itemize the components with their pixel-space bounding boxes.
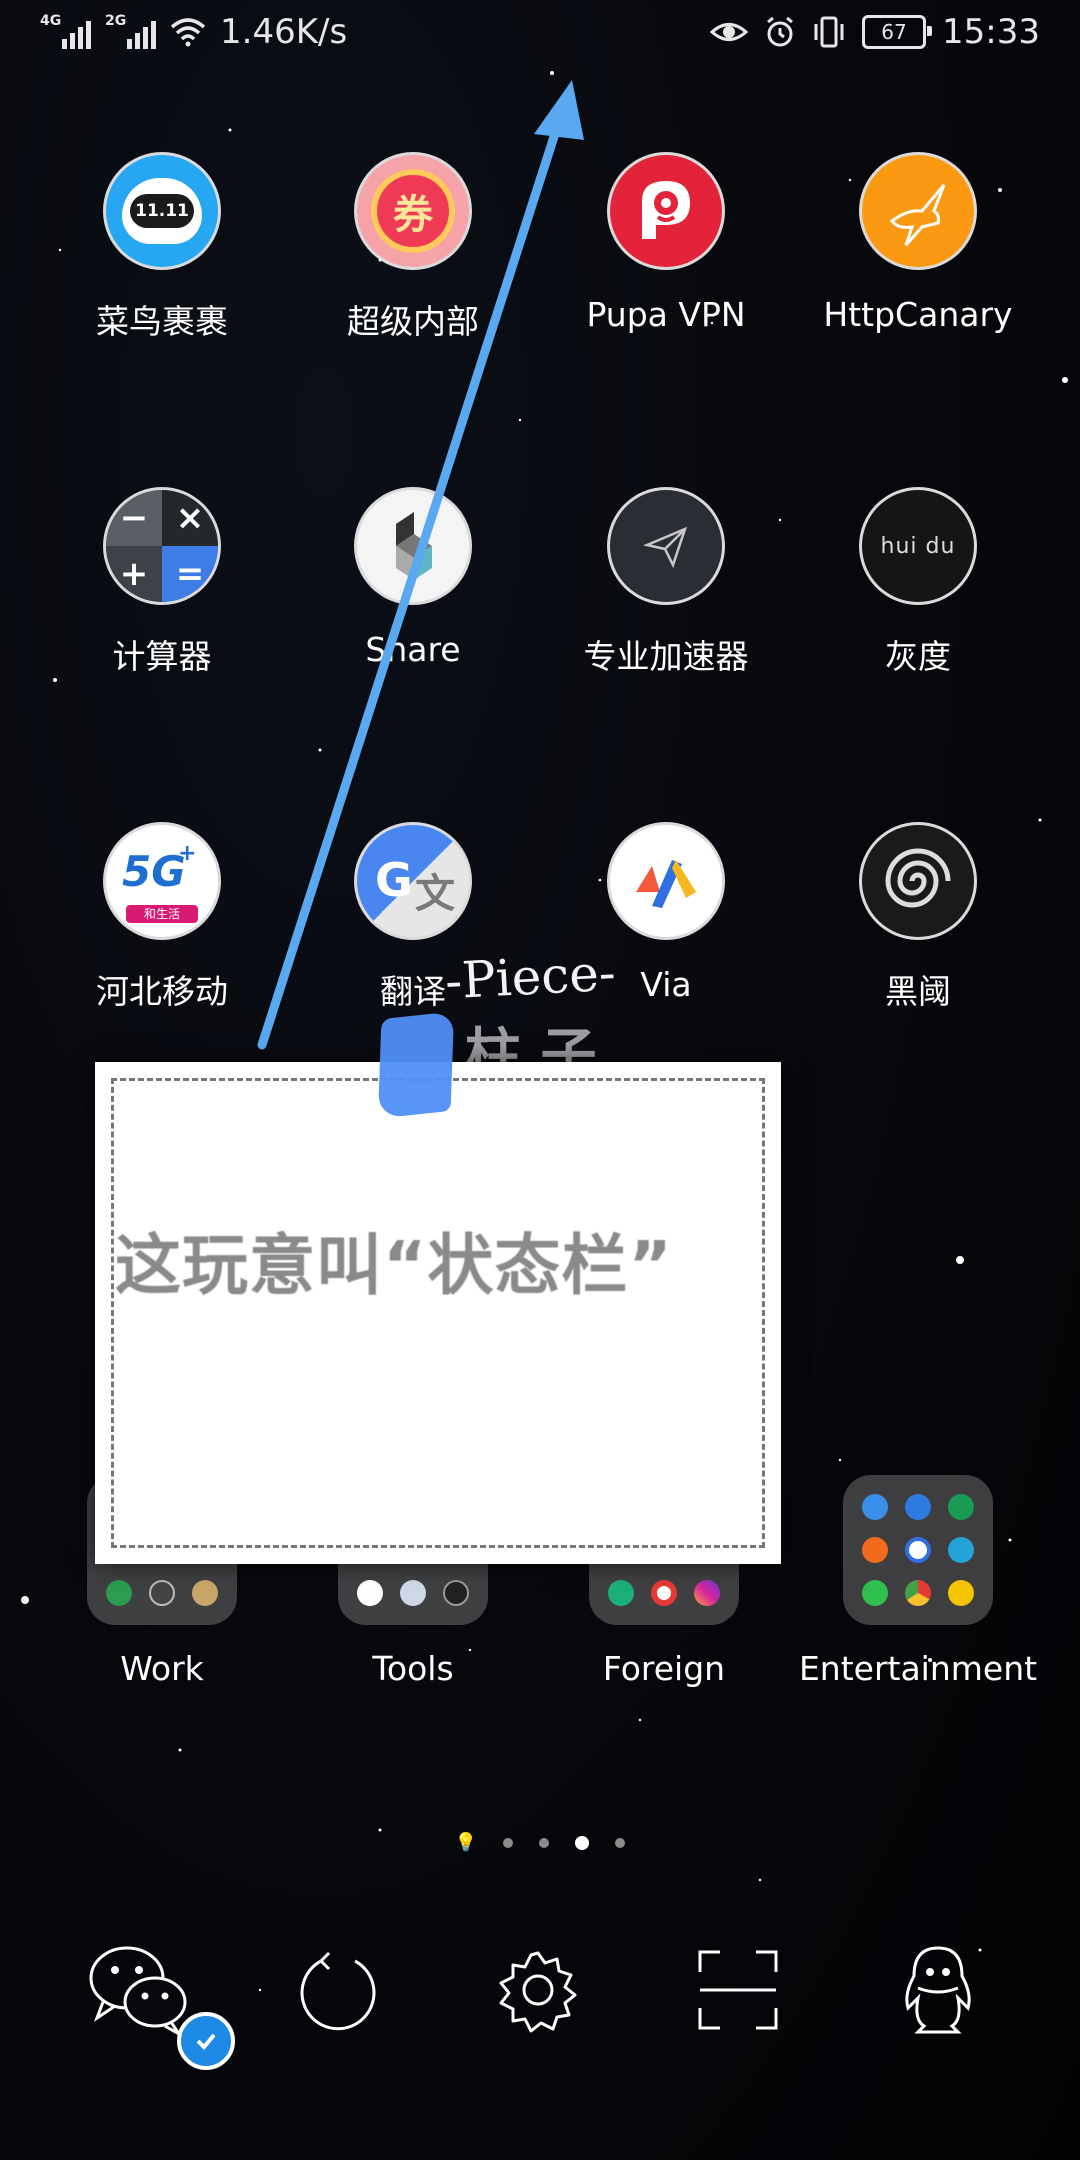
qq-button[interactable] [878,1930,998,2050]
piece-sticker-text: -Piece- [443,943,618,1011]
page-dot [503,1837,514,1848]
tape-sticker [377,1011,455,1119]
qq-icon [905,1946,971,2034]
settings-button[interactable] [478,1930,598,2050]
page-dot-active [575,1835,590,1850]
refresh-icon [300,1951,376,2031]
scan-button[interactable] [678,1930,798,2050]
verified-badge-icon [177,2012,235,2070]
page-indicator[interactable]: 💡 [0,1832,1080,1853]
note-card-text: 这玩意叫“状态栏” [115,1227,673,1304]
settings-icon [499,1951,577,2033]
card-dashed-border [111,1078,765,1548]
refresh-button[interactable] [278,1930,398,2050]
page-dot [615,1837,626,1848]
page-dot [539,1837,550,1848]
note-card: 这玩意叫“状态栏” [95,1062,781,1564]
wechat-icon [89,1946,187,2036]
page-hint-icon: 💡 [454,1832,478,1853]
scan-icon [698,1950,778,2030]
